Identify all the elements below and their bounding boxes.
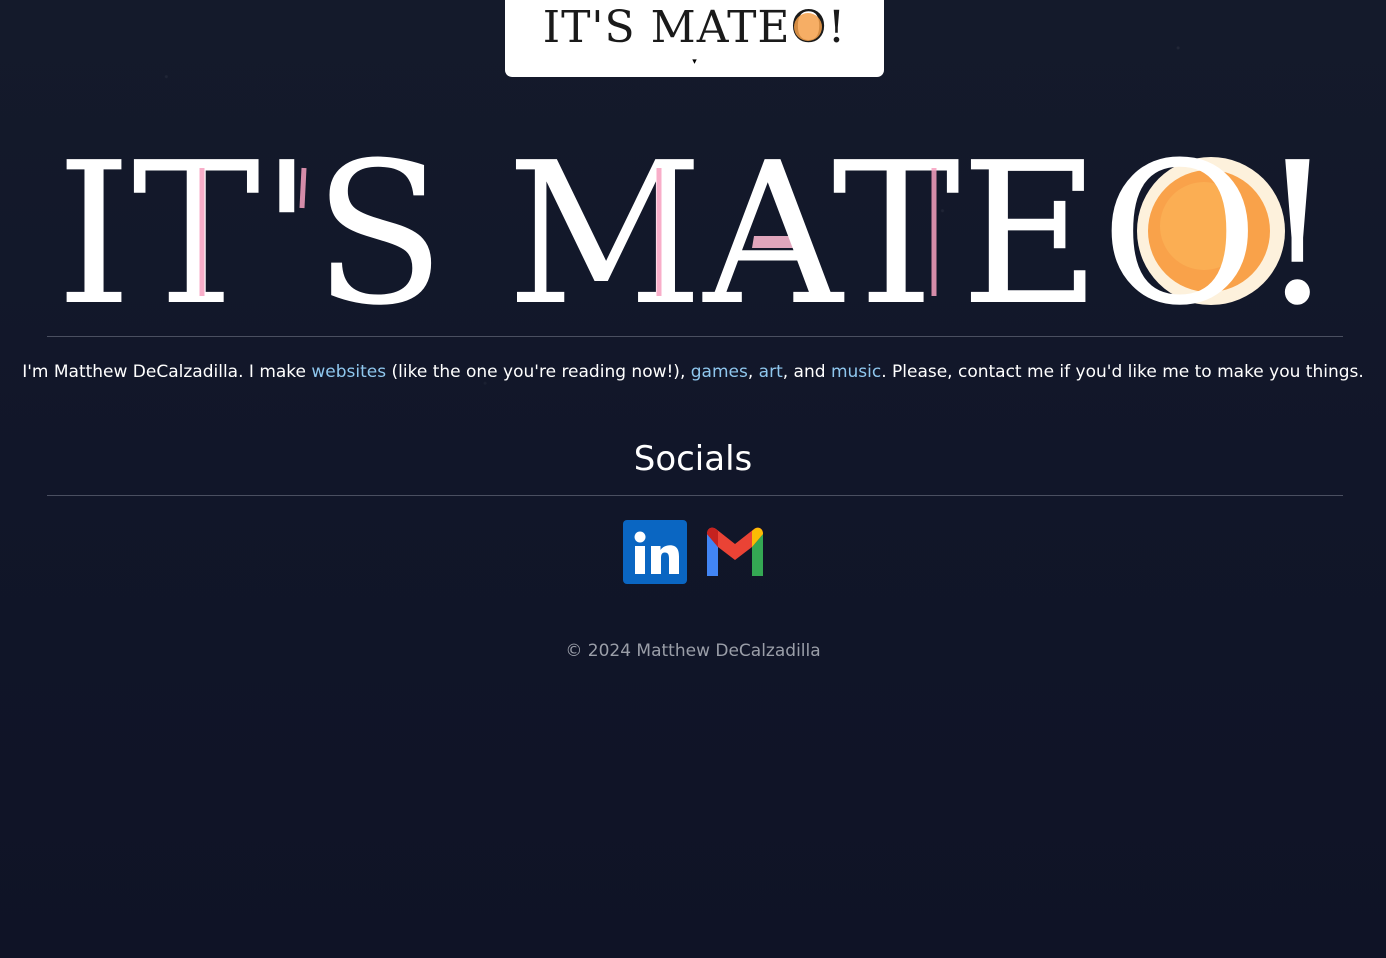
nav-menu-tab[interactable]: IT'S MATEO! ▾ (505, 0, 884, 77)
intro-text: (like the one you're reading now!), (386, 362, 691, 382)
footer-copyright: © 2024 Matthew DeCalzadilla (565, 641, 821, 661)
intro-text: . Please, contact me if you'd like me to… (881, 362, 1364, 382)
intro-paragraph: I'm Matthew DeCalzadilla. I make website… (0, 362, 1386, 382)
gmail-icon (707, 527, 763, 576)
site-logo[interactable]: IT'S MATEO! (505, 1, 884, 49)
music-link[interactable]: music (831, 362, 881, 382)
hero-title-text: IT'S MATEO! (56, 148, 1336, 310)
websites-link[interactable]: websites (311, 362, 386, 382)
linkedin-icon (623, 520, 687, 584)
intro-text: , and (782, 362, 831, 382)
social-icons (623, 520, 773, 584)
art-link[interactable]: art (759, 362, 783, 382)
socials-heading: Socials (633, 439, 753, 479)
socials-divider (47, 495, 1343, 496)
intro-text: , (747, 362, 759, 382)
intro-text: I'm Matthew DeCalzadilla. I make (22, 362, 312, 382)
games-link[interactable]: games (691, 362, 748, 382)
hero-divider (47, 336, 1343, 337)
menu-dropdown-arrow-icon[interactable]: ▾ (505, 57, 884, 67)
linkedin-link[interactable] (623, 520, 687, 584)
hero-title: IT'S MATEO! (56, 148, 1336, 310)
gmail-link[interactable] (703, 520, 767, 584)
